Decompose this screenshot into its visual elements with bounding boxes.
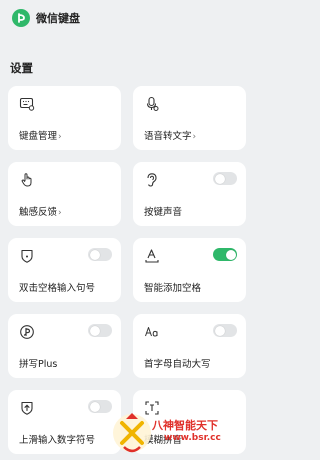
toggle-knob (89, 325, 100, 336)
toggle-knob (225, 249, 236, 260)
toggle-knob (214, 173, 225, 184)
card-label: 上滑输入数字符号 (19, 435, 96, 446)
card-label: 双击空格输入句号 (19, 283, 96, 294)
card-label: 模糊拼音 (144, 435, 183, 446)
chevron-right-icon: › (192, 132, 197, 142)
app-header: 微信键盘 (0, 0, 253, 36)
spell-plus-icon (20, 325, 34, 339)
capitalize-aa-icon (145, 327, 158, 337)
card-keyboard-management[interactable]: 键盘管理› (8, 86, 121, 150)
period-shield-icon (21, 249, 33, 263)
card-swipe-up-numbers[interactable]: 上滑输入数字符号 (8, 390, 121, 454)
keyboard-settings-icon (19, 97, 35, 111)
card-label: 按键声音 (144, 207, 183, 218)
smart-space-toggle[interactable] (213, 248, 237, 261)
card-label: 首字母自动大写 (144, 359, 211, 370)
card-double-space-period[interactable]: 双击空格输入句号 (8, 238, 121, 302)
swipe-up-numbers-toggle[interactable] (88, 400, 112, 413)
card-label: 智能添加空格 (144, 283, 202, 294)
key-sound-toggle[interactable] (213, 172, 237, 185)
card-fuzzy-pinyin[interactable]: 模糊拼音 (133, 390, 246, 454)
card-voice-to-text[interactable]: 语音转文字› (133, 86, 246, 150)
text-space-icon (145, 249, 159, 263)
chevron-right-icon: › (58, 132, 62, 142)
card-auto-capitalize[interactable]: 首字母自动大写 (133, 314, 246, 378)
toggle-knob (89, 401, 100, 412)
card-label: 拼写Plus (19, 359, 58, 370)
card-label: 触感反馈› (19, 207, 62, 218)
card-label: 键盘管理› (19, 131, 62, 142)
chevron-right-icon: › (58, 208, 62, 218)
card-key-sound[interactable]: 按键声音 (133, 162, 246, 226)
card-smart-space[interactable]: 智能添加空格 (133, 238, 246, 302)
swipe-up-number-icon (21, 401, 33, 415)
card-haptic-feedback[interactable]: 触感反馈› (8, 162, 121, 226)
card-label: 语音转文字› (144, 131, 197, 142)
wechat-keyboard-logo-icon (12, 9, 30, 27)
auto-capitalize-toggle[interactable] (213, 324, 237, 337)
spell-plus-toggle[interactable] (88, 324, 112, 337)
fuzzy-pinyin-icon (145, 401, 159, 415)
ear-icon (147, 173, 157, 187)
card-spell-plus[interactable]: 拼写Plus (8, 314, 121, 378)
app-title: 微信键盘 (36, 12, 80, 25)
toggle-knob (214, 325, 225, 336)
section-title: 设置 (10, 61, 33, 75)
touch-hand-icon (21, 173, 32, 187)
microphone-icon (146, 96, 159, 111)
toggle-knob (89, 249, 100, 260)
double-space-period-toggle[interactable] (88, 248, 112, 261)
